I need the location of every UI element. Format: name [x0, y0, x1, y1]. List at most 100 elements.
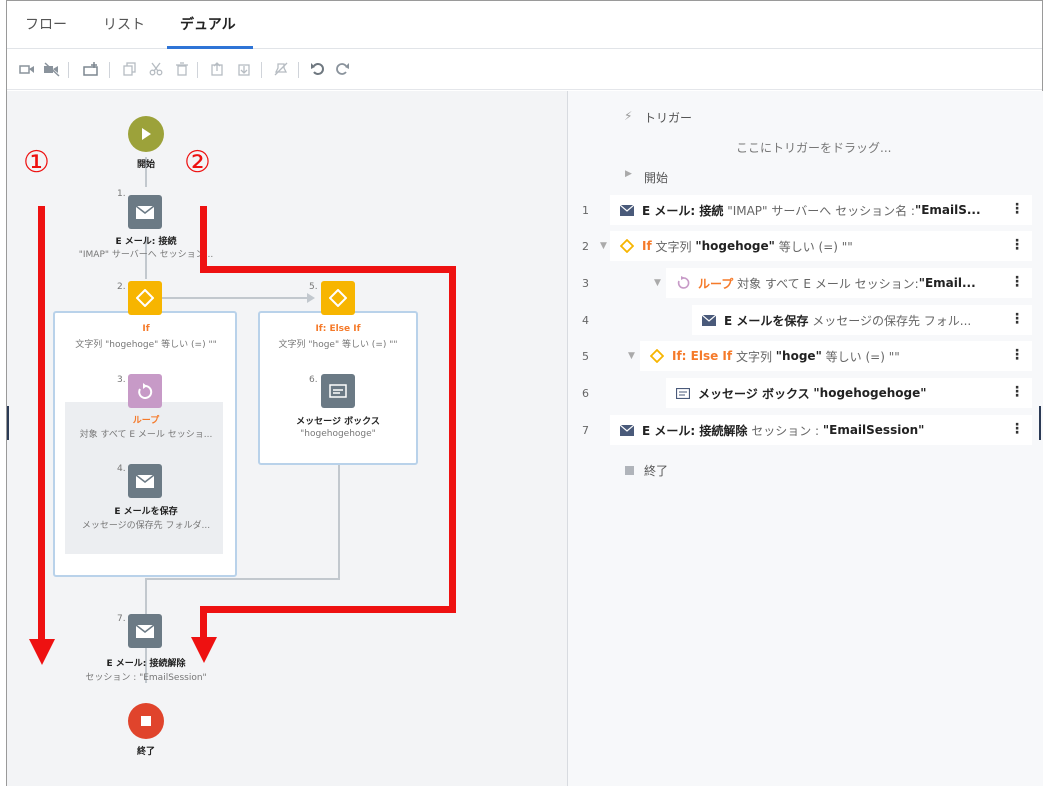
- row-number: 6: [582, 387, 589, 400]
- paste-above-icon[interactable]: [207, 59, 227, 79]
- undo-icon[interactable]: [308, 59, 328, 79]
- flow-end-label: 終了: [136, 747, 155, 757]
- annotation-one: ①: [23, 145, 50, 180]
- mail-icon: [136, 474, 154, 488]
- toolbar: [7, 50, 1042, 90]
- list-row-email-disconnect[interactable]: E メール: 接続解除 セッション : "EmailSession" ⋮: [610, 415, 1032, 445]
- node-title: If: Else If: [315, 324, 361, 334]
- node-save-email[interactable]: [128, 464, 162, 498]
- trigger-dropzone[interactable]: ここにトリガーをドラッグ...: [736, 139, 891, 156]
- node-else-if[interactable]: [321, 281, 355, 315]
- list-start-label: 開始: [644, 171, 669, 185]
- lightning-icon: ⚡: [624, 109, 633, 123]
- collapse-chevron-icon[interactable]: ▼: [654, 278, 661, 288]
- red-arrow-two-shaft: [200, 266, 456, 273]
- more-menu-icon[interactable]: ⋮: [1010, 421, 1024, 437]
- mail-icon: [618, 204, 636, 216]
- list-row-save-email[interactable]: E メールを保存 メッセージの保存先 フォル... ⋮: [692, 305, 1032, 335]
- list-row-loop[interactable]: ループ 対象 すべて E メール セッション: "Email... ⋮: [666, 268, 1032, 298]
- collapse-chevron-icon[interactable]: ▼: [628, 351, 635, 361]
- row-number: 2: [582, 240, 589, 253]
- flow-start-label: 開始: [136, 160, 155, 170]
- flow-canvas[interactable]: 開始 1. E メール: 接続 "IMAP" サーバーへ セッション... 2.…: [7, 91, 567, 786]
- node-subtitle: セッション : "EmailSession": [85, 673, 207, 683]
- list-row-if[interactable]: If 文字列 "hogehoge" 等しい (=) "" ⋮: [610, 231, 1032, 261]
- more-menu-icon[interactable]: ⋮: [1010, 274, 1024, 290]
- red-arrow-two-shaft: [200, 606, 456, 613]
- node-title: E メールを保存: [114, 507, 178, 517]
- mail-icon: [618, 424, 636, 436]
- diamond-icon: [329, 289, 347, 307]
- diamond-icon: [618, 239, 636, 253]
- message-box-icon: [674, 387, 692, 399]
- row-number: 7: [582, 424, 589, 437]
- list-pane[interactable]: ⚡ トリガー ここにトリガーをドラッグ... ▶ 開始 1 E メール: 接続 …: [568, 91, 1043, 786]
- node-number: 1.: [117, 189, 126, 199]
- trigger-label: トリガー: [644, 111, 693, 125]
- node-email-disconnect[interactable]: [128, 614, 162, 648]
- row-number: 1: [582, 204, 589, 217]
- annotation-two: ②: [184, 145, 211, 180]
- list-row-email-connect[interactable]: E メール: 接続 "IMAP" サーバーへ セッション名 : "EmailS..…: [610, 195, 1032, 225]
- disable-icon[interactable]: [271, 59, 291, 79]
- red-arrow-two-head: [191, 637, 217, 663]
- red-arrow-two-shaft: [200, 606, 207, 640]
- node-message-box[interactable]: [321, 374, 355, 408]
- node-number: 4.: [117, 464, 126, 474]
- delete-icon[interactable]: [172, 59, 192, 79]
- node-subtitle: メッセージの保存先 フォルダ...: [81, 521, 211, 531]
- red-arrow-one-head: [29, 639, 55, 665]
- stop-icon: [625, 466, 634, 475]
- more-menu-icon[interactable]: ⋮: [1010, 237, 1024, 253]
- copy-icon[interactable]: [120, 59, 140, 79]
- mail-icon: [700, 314, 718, 326]
- diamond-icon: [648, 349, 666, 363]
- loop-icon: [674, 276, 692, 290]
- app-frame: フロー リスト デュアル 開始 1. E メール: 接続 "IMAP" サーバー…: [6, 0, 1043, 786]
- paste-below-icon[interactable]: [234, 59, 254, 79]
- tab-list[interactable]: リスト: [103, 14, 145, 34]
- more-menu-icon[interactable]: ⋮: [1010, 201, 1024, 217]
- add-action-icon[interactable]: [81, 59, 101, 79]
- more-menu-icon[interactable]: ⋮: [1010, 347, 1024, 363]
- flow-start-node[interactable]: [128, 116, 164, 152]
- row-number: 3: [582, 277, 589, 290]
- node-subtitle: "hogehogehoge": [300, 429, 376, 439]
- mail-icon: [136, 624, 154, 638]
- message-box-icon: [329, 384, 347, 398]
- node-subtitle: 文字列 "hoge" 等しい (=) "": [278, 340, 398, 350]
- mail-icon: [136, 205, 154, 219]
- node-number: 7.: [117, 614, 126, 624]
- list-end-label: 終了: [644, 464, 669, 478]
- active-tab-indicator: [167, 46, 253, 49]
- list-row-else-if[interactable]: If: Else If 文字列 "hoge" 等しい (=) "" ⋮: [640, 341, 1032, 371]
- flow-end-node[interactable]: [128, 703, 164, 739]
- node-title: If: [142, 324, 150, 334]
- node-subtitle: 文字列 "hogehoge" 等しい (=) "": [75, 340, 217, 350]
- cut-icon[interactable]: [146, 59, 166, 79]
- node-number: 3.: [117, 375, 126, 385]
- node-title: ループ: [132, 416, 160, 426]
- collapse-chevron-icon[interactable]: ▼: [600, 241, 607, 251]
- redo-icon[interactable]: [332, 59, 352, 79]
- row-number: 4: [582, 314, 589, 327]
- record-disabled-icon[interactable]: [42, 59, 62, 79]
- node-subtitle: 対象 すべて E メール セッショ...: [79, 430, 213, 440]
- node-number: 6.: [309, 375, 318, 385]
- list-row-message-box[interactable]: メッセージ ボックス "hogehogehoge" ⋮: [666, 378, 1032, 408]
- start-play-icon: ▶: [625, 169, 632, 179]
- red-arrow-two-shaft: [449, 266, 456, 613]
- more-menu-icon[interactable]: ⋮: [1010, 311, 1024, 327]
- splitter-handle-right[interactable]: [1039, 406, 1041, 440]
- red-arrow-one-shaft: [38, 206, 45, 642]
- tab-flow[interactable]: フロー: [25, 14, 67, 34]
- more-menu-icon[interactable]: ⋮: [1010, 384, 1024, 400]
- tab-dual[interactable]: デュアル: [180, 14, 236, 34]
- record-icon[interactable]: [17, 59, 37, 79]
- node-if[interactable]: [128, 281, 162, 315]
- red-arrow-two-shaft: [200, 206, 207, 271]
- node-email-connect[interactable]: [128, 195, 162, 229]
- splitter-handle-left[interactable]: [7, 406, 9, 440]
- node-loop[interactable]: [128, 374, 162, 408]
- row-number: 5: [582, 350, 589, 363]
